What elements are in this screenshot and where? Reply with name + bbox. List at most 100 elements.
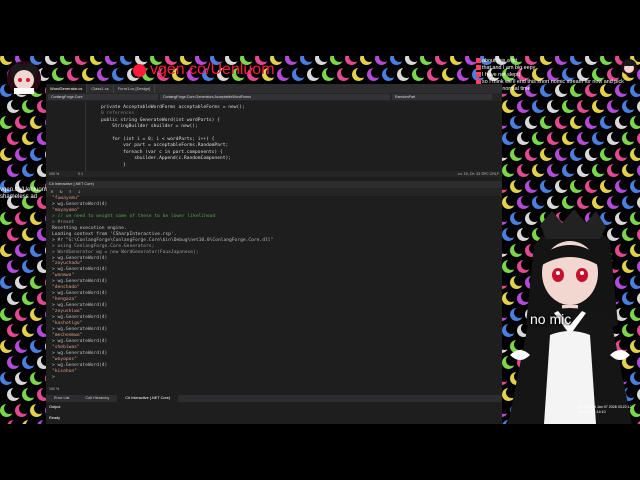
- crescent-moon-icon: [555, 147, 570, 161]
- document-tab-strip: WordGenerator.cs Class1.cs Form1.cs [Desig…: [46, 84, 502, 93]
- crescent-moon-icon: [292, 67, 307, 81]
- document-tab[interactable]: Form1.cs [Design]: [114, 84, 156, 93]
- crescent-moon-icon: [607, 163, 622, 177]
- crescent-moon-icon: [30, 147, 45, 161]
- crescent-moon-icon: [600, 147, 615, 161]
- history-down-icon[interactable]: ↓: [76, 189, 82, 195]
- shameless-ad-label: vgen.co/Uenluom shameless ad: [0, 187, 47, 201]
- crescent-moon-icon: [570, 115, 585, 129]
- crescent-moon-icon: [585, 115, 600, 129]
- character-avatar-icon: [7, 61, 41, 95]
- issue-indicator[interactable]: 0 1: [78, 171, 83, 177]
- crescent-moon-icon: [525, 115, 540, 129]
- crescent-moon-icon: [307, 67, 322, 81]
- chat-badge-icon: [476, 65, 481, 71]
- crescent-moon-icon: [547, 131, 562, 145]
- navigation-dropdown[interactable]: RandomPart: [392, 94, 492, 100]
- reset-icon[interactable]: ↻: [58, 189, 64, 195]
- code-line: var part = acceptableForms.RandomPart;: [101, 143, 229, 149]
- chat-message: that and I am big eepy: [476, 65, 636, 72]
- code-editor[interactable]: private AcceptableWordForms acceptableFo…: [46, 101, 502, 171]
- document-tab[interactable]: WordGenerator.cs: [46, 84, 88, 93]
- bottom-panel-tab[interactable]: Call Hierarchy: [77, 395, 117, 402]
- editor-status-bar: 100 % 0 1 Ln: 15, Ch: 33 SPC CRLF: [46, 171, 502, 177]
- document-tab[interactable]: Class1.cs: [87, 84, 114, 93]
- crescent-moon-icon: [0, 403, 15, 417]
- crescent-moon-icon: [585, 147, 600, 161]
- crescent-moon-icon: [577, 99, 592, 113]
- crescent-moon-icon: [30, 403, 45, 417]
- crescent-moon-icon: [367, 67, 382, 81]
- crescent-moon-icon: [15, 147, 30, 161]
- crescent-moon-icon: [562, 163, 577, 177]
- crescent-moon-icon: [0, 307, 15, 321]
- crescent-moon-icon: [300, 56, 315, 65]
- crescent-moon-icon: [502, 131, 517, 145]
- crescent-moon-icon: [570, 179, 585, 193]
- crescent-moon-icon: [0, 339, 15, 353]
- crescent-moon-icon: [382, 67, 397, 81]
- crescent-moon-icon: [585, 179, 600, 193]
- crescent-moon-icon: [337, 67, 352, 81]
- ad-url: vgen.co/Uenluom: [0, 187, 47, 193]
- crescent-moon-icon: [502, 99, 517, 113]
- crescent-moon-icon: [15, 243, 30, 257]
- bottom-panel-tab[interactable]: C# Interactive (.NET Core): [117, 395, 179, 402]
- crescent-moon-icon: [450, 56, 465, 65]
- navigation-dropdown[interactable]: ConlangForge.Core: [48, 94, 158, 100]
- crescent-moon-icon: [30, 339, 45, 353]
- crescent-moon-icon: [22, 227, 37, 241]
- crescent-moon-icon: [30, 211, 45, 225]
- crescent-moon-icon: [622, 163, 637, 177]
- editor-margin: [46, 101, 86, 171]
- crescent-moon-icon: [75, 56, 90, 65]
- crescent-moon-icon: [607, 99, 622, 113]
- crescent-moon-icon: [120, 56, 135, 65]
- chat-message-text: I have not slept): [482, 72, 521, 78]
- crescent-moon-icon: [22, 355, 37, 369]
- crescent-moon-icon: [22, 163, 37, 177]
- chat-badge-icon: [476, 58, 481, 64]
- crescent-moon-icon: [0, 147, 15, 161]
- crescent-moon-icon: [97, 67, 112, 81]
- crescent-moon-icon: [15, 403, 30, 417]
- crescent-moon-icon: [315, 56, 330, 65]
- crescent-moon-icon: [547, 99, 562, 113]
- crescent-moon-icon: [322, 67, 337, 81]
- editor-zoom[interactable]: 100 %: [49, 171, 59, 177]
- crescent-moon-icon: [600, 179, 615, 193]
- crescent-moon-icon: [30, 115, 45, 129]
- navigation-dropdown[interactable]: ConlangForge.Core.Generators.AcceptableW…: [160, 94, 390, 100]
- crescent-moon-icon: [277, 67, 292, 81]
- crescent-moon-icon: [22, 131, 37, 145]
- clear-icon[interactable]: ✕: [49, 189, 55, 195]
- crescent-moon-icon: [540, 147, 555, 161]
- crescent-moon-icon: [330, 56, 345, 65]
- crescent-moon-icon: [15, 115, 30, 129]
- history-up-icon[interactable]: ↑: [67, 189, 73, 195]
- bottom-panel-tab[interactable]: Error List: [46, 395, 77, 402]
- crescent-moon-icon: [82, 67, 97, 81]
- crescent-moon-icon: [7, 291, 22, 305]
- crescent-moon-icon: [30, 243, 45, 257]
- crescent-moon-icon: [15, 275, 30, 289]
- chat-message-text: about this a bit: [482, 58, 518, 64]
- crescent-moon-icon: [7, 99, 22, 113]
- chat-message-text: that and I am big eepy: [482, 65, 536, 71]
- repl-zoom[interactable]: 100 %: [49, 387, 59, 391]
- interactive-repl[interactable]: "fuwaysmu" > wg.GenerateWord(4) "moyayomo"…: [46, 196, 502, 386]
- crescent-moon-icon: [390, 56, 405, 65]
- crescent-moon-icon: [615, 115, 630, 129]
- link-icon: [133, 64, 146, 77]
- crescent-moon-icon: [22, 99, 37, 113]
- ready-status: Ready: [49, 416, 60, 420]
- repl-line: >: [52, 374, 55, 380]
- chat-badge-icon: [476, 72, 481, 78]
- crescent-moon-icon: [7, 323, 22, 337]
- crescent-moon-icon: [510, 179, 525, 193]
- code-line: sbuilder.Append(c.RandomComponent);: [101, 156, 231, 162]
- crescent-moon-icon: [90, 56, 105, 65]
- output-panel-title: Output: [46, 404, 502, 411]
- crescent-moon-icon: [112, 67, 127, 81]
- crescent-moon-icon: [285, 56, 300, 65]
